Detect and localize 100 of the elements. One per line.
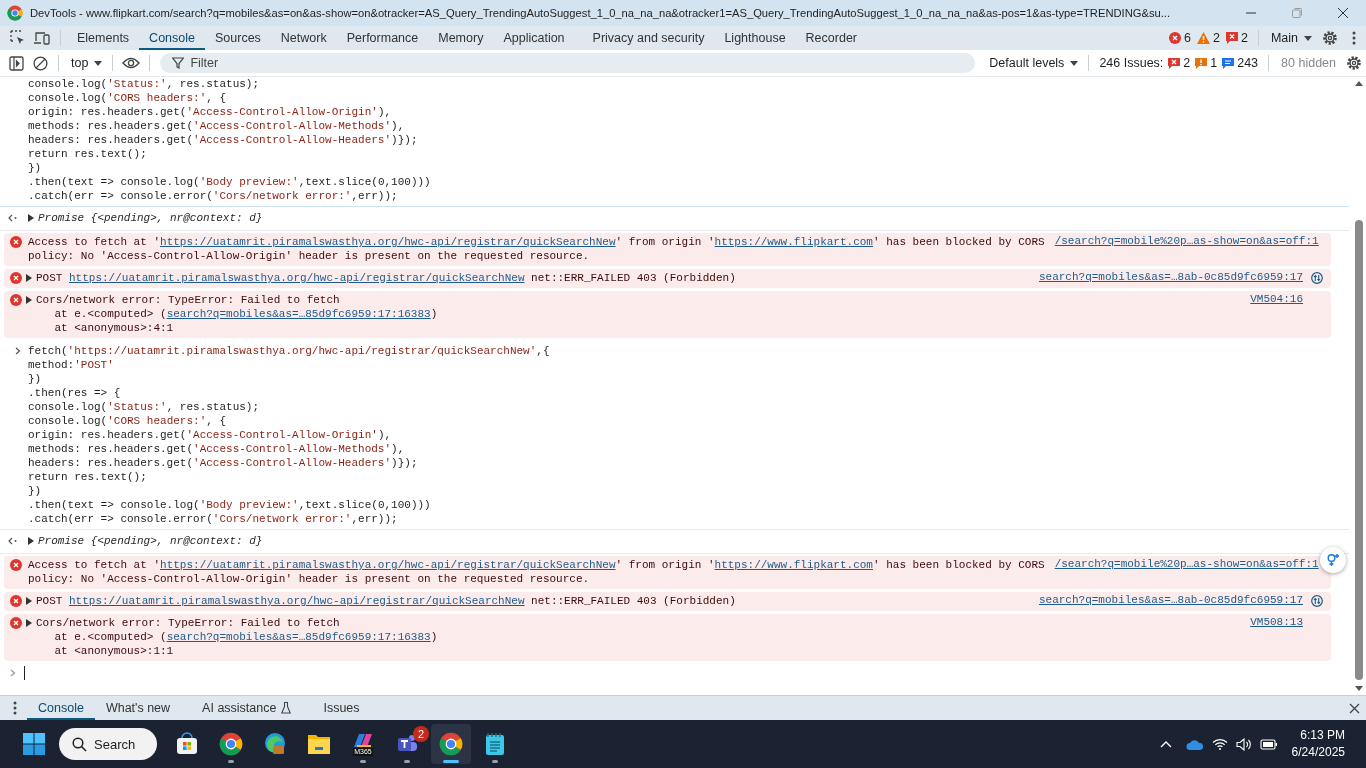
error-icon [10,595,22,607]
warning-icon [1195,57,1208,69]
taskbar-app[interactable] [431,724,471,764]
levels-dropdown[interactable]: Default levels [983,56,1083,70]
code-line: console.log('CORS headers:', { [28,92,227,104]
url-link[interactable]: https://uatamrit.piramalswasthya.org/hwc-api/registrar/quickSearchNew [69,595,525,607]
filter-icon [172,57,185,69]
panel-tab[interactable]: Lighthouse [714,26,796,50]
panel-tab[interactable]: Performance [336,26,429,50]
drawer-tab[interactable]: Issues [312,696,371,720]
input-chevron-icon [15,347,21,355]
code-line: origin: res.headers.get('Access-Control-Allow-Origin'), [28,429,392,441]
drawer-tab[interactable]: AI assistance [191,696,303,720]
clock-time[interactable]: 6:13 PM [1300,727,1345,744]
notification-badge: 2 [413,726,429,742]
chevron-up-icon [1159,740,1172,748]
cloud-icon[interactable] [1185,738,1204,750]
code-line: method:'POST' [28,359,114,371]
url-link[interactable]: https://uatamrit.piramalswasthya.org/hwc-api/registrar/quickSearchNew [160,236,616,248]
network-request-icon[interactable] [1311,595,1323,607]
error-message: Cors/network error: TypeError: Failed to fetch [36,294,340,306]
code-line: .then(text => console.log('Body preview:',text.slice(0,100))) [28,499,431,511]
url-link[interactable]: https://www.flipkart.com [714,559,873,571]
panel-tab[interactable]: Sources [205,26,271,50]
eye-icon [122,57,141,69]
scroll-down-icon[interactable] [1355,686,1363,691]
minimize-icon [1245,12,1257,14]
error-icon [10,617,22,629]
device-icon [33,30,51,46]
error-message: POST https://uatamrit.piramalswasthya.org/hwc-api/registrar/quickSearchNew net::ERR_FAILED 403 (Forbidden) [36,595,736,607]
code-line: headers: res.headers.get('Access-Control-Allow-Headers')}); [28,457,418,469]
taskbar-search[interactable]: Search [59,728,157,760]
source-link[interactable]: /search?q=mobile%20p…as-show=on&as=off:1 [1054,558,1319,572]
result-arrow-icon [7,214,17,222]
result-arrow-icon [7,537,17,545]
clock-date[interactable]: 6/24/2025 [1291,744,1345,761]
code-line: }) [28,485,42,497]
error-message: at <anonymous>:4:1 [53,322,174,334]
ai-assistant-button[interactable] [1320,547,1346,573]
panel-tab[interactable]: Privacy and security [582,26,715,50]
url-link[interactable]: https://uatamrit.piramalswasthya.org/hwc-api/registrar/quickSearchNew [160,559,616,571]
url-link[interactable]: https://uatamrit.piramalswasthya.org/hwc-api/registrar/quickSearchNew [69,272,525,284]
code-line: headers: res.headers.get('Access-Control-Allow-Headers')}); [28,134,418,146]
source-link[interactable]: search?q=mobiles&as=…8ab-0c85d9fc6959:17 [1038,594,1303,608]
scroll-up-icon[interactable] [1355,81,1363,86]
source-link[interactable]: VM504:16 [1250,293,1303,307]
filter-field[interactable]: Filter [160,53,976,73]
error-message: Access to fetch at 'https://uatamrit.piramalswasthya.org/hwc-api/registrar/quickSearchNew' from origin 'https://www.flipkart.com' has been blocked by CORS [28,236,1045,248]
error-message: Access to fetch at 'https://uatamrit.piramalswasthya.org/hwc-api/registrar/quickSearchNew' from origin 'https://www.flipkart.com' has been blocked by CORS [28,559,1045,571]
close-icon [1348,702,1360,714]
chrome-icon [7,5,23,21]
code-line: return res.text(); [28,148,147,160]
code-line: fetch('https://uatamrit.piramalswasthya.org/hwc-api/registrar/quickSearchNew',{ [28,345,550,357]
issues-button[interactable]: 246 Issues: 2 1 243 [1095,56,1263,70]
code-line: .catch(err => console.error('Cors/network error:',err)); [28,190,398,202]
caret-icon [1304,35,1312,41]
prompt-chevron-icon [10,669,16,677]
panel-tab[interactable]: Memory [428,26,494,50]
taskbar-app[interactable]: 2 [387,724,427,764]
result-text[interactable]: Promise {<pending>, nr@context: d} [38,535,263,547]
code-line: methods: res.headers.get('Access-Control-Allow-Methods'), [28,120,405,132]
error-message: at e.<computed> (search?q=mobiles&as=…85d9fc6959:17:16383) [53,631,438,643]
expand-icon[interactable] [26,597,32,605]
error-message: POST https://uatamrit.piramalswasthya.org/hwc-api/registrar/quickSearchNew net::ERR_FAILED 403 (Forbidden) [36,272,736,284]
context-dropdown[interactable]: top [65,56,107,70]
count-label: 6 [1184,31,1191,45]
target-dropdown[interactable]: Main [1264,31,1318,45]
expand-icon[interactable] [26,296,32,304]
panel-tab[interactable]: Elements [67,26,140,50]
scrollbar-thumb[interactable] [1355,220,1363,680]
result-text[interactable]: Promise {<pending>, nr@context: d} [38,212,263,224]
source-link[interactable]: /search?q=mobile%20p…as-show=on&as=off:1 [1054,235,1319,249]
url-link[interactable]: https://www.flipkart.com [714,236,873,248]
url-link[interactable]: search?q=mobiles&as=…85d9fc6959:17:16383 [166,631,431,643]
source-link[interactable]: VM508:13 [1250,616,1303,630]
counts-button[interactable]: 6 2 2 [1165,31,1252,45]
expand-icon[interactable] [28,537,34,545]
network-request-icon[interactable] [1311,272,1323,284]
more-icon [1352,31,1356,45]
code-line: }) [28,373,42,385]
edge-icon [263,732,287,756]
url-link[interactable]: search?q=mobiles&as=…85d9fc6959:17:16383 [166,308,431,320]
notepad-icon [485,733,505,755]
count-label: 243 [1237,56,1259,70]
panel-tab[interactable]: Application [493,26,575,50]
expand-icon[interactable] [26,274,32,282]
error-message: at e.<computed> (search?q=mobiles&as=…85d9fc6959:17:16383) [53,308,438,320]
error-message: policy: No 'Access-Control-Allow-Origin' header is present on the requested resource. [28,250,590,262]
speaker-icon[interactable] [1235,737,1252,751]
info-icon [1222,57,1235,69]
wifi-icon[interactable] [1211,738,1228,750]
panel-tab[interactable]: Recorder [795,26,867,50]
drawer-tab[interactable]: What's new [94,696,182,720]
panel-tab[interactable]: Network [270,26,337,50]
expand-icon[interactable] [26,619,32,627]
source-link[interactable]: search?q=mobiles&as=…8ab-0c85d9fc6959:17 [1038,271,1303,285]
inspect-icon [10,30,26,46]
expand-icon[interactable] [28,214,34,222]
battery-icon[interactable] [1259,738,1278,750]
code-line: console.log('Status:', res.status); [28,401,260,413]
